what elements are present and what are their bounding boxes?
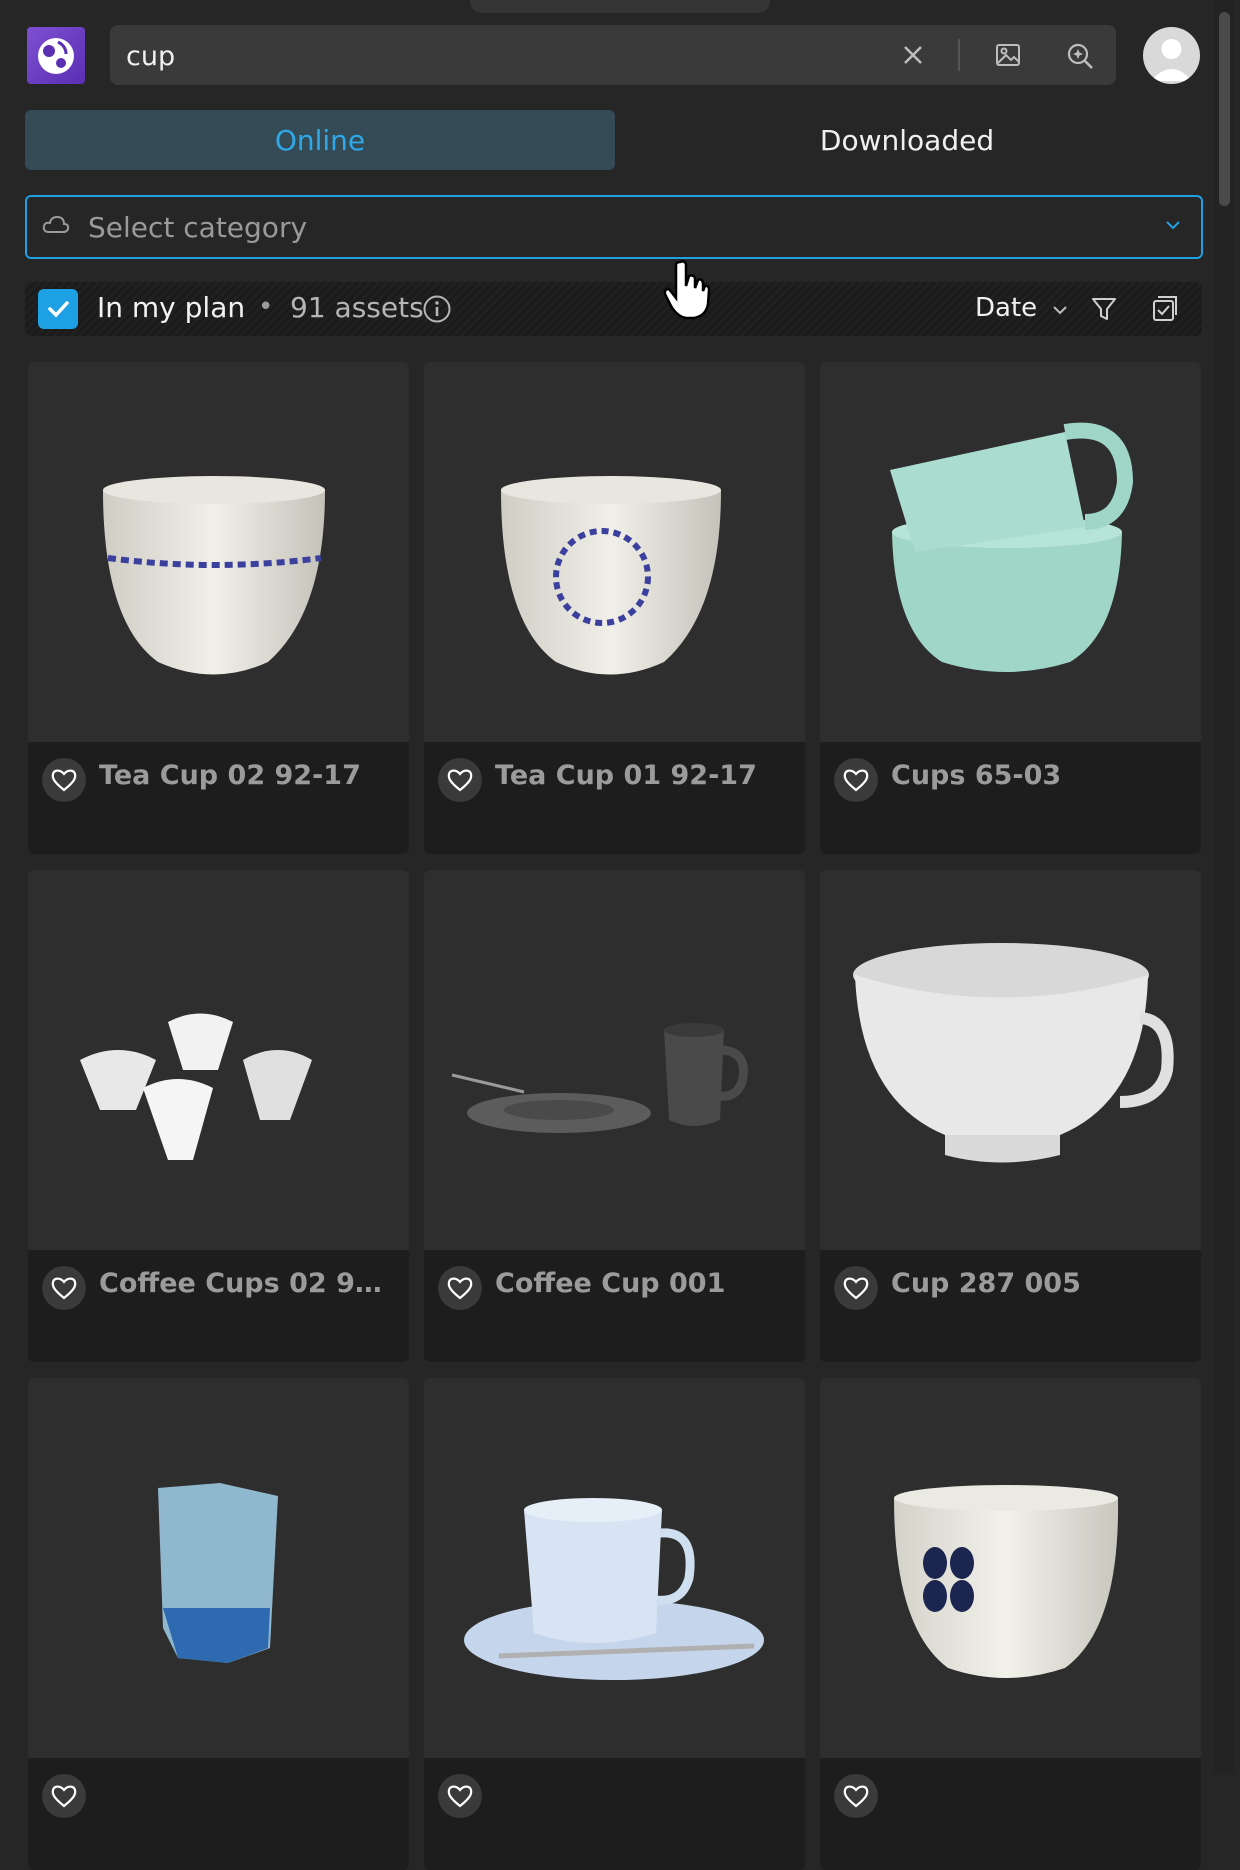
scrollbar-track[interactable] xyxy=(1214,0,1234,1773)
chevron-down-icon xyxy=(1163,215,1183,239)
asset-footer xyxy=(424,1758,805,1870)
asset-card[interactable]: Tea Cup 02 92-17 xyxy=(28,362,409,854)
asset-thumbnail[interactable] xyxy=(424,870,805,1250)
hand-cursor-icon xyxy=(662,258,712,326)
sort-dropdown[interactable]: Date xyxy=(975,293,1037,323)
in-plan-label: In my plan xyxy=(97,291,246,324)
logo-icon xyxy=(38,37,74,74)
user-icon xyxy=(1151,39,1192,81)
search-input[interactable] xyxy=(124,25,888,87)
asset-title: Coffee Cups 02 92-... xyxy=(99,1268,399,1299)
asset-footer: Cups 65-03 xyxy=(820,742,1201,854)
asset-footer: Cup 287 005 xyxy=(820,1250,1201,1362)
asset-title: Cup 287 005 xyxy=(891,1268,1081,1299)
asset-footer: Coffee Cup 001 xyxy=(424,1250,805,1362)
asset-thumbnail[interactable] xyxy=(28,362,409,742)
close-icon[interactable] xyxy=(898,40,928,70)
separator-dot: • xyxy=(258,292,274,322)
asset-thumbnail[interactable] xyxy=(820,870,1201,1250)
tab-online[interactable]: Online xyxy=(25,110,615,170)
asset-card[interactable]: Cup 287 005 xyxy=(820,870,1201,1362)
asset-card[interactable] xyxy=(820,1378,1201,1870)
heart-icon[interactable] xyxy=(834,1266,878,1310)
asset-card[interactable]: Tea Cup 01 92-17 xyxy=(424,362,805,854)
scrollbar-thumb[interactable] xyxy=(1219,12,1230,206)
asset-thumbnail[interactable] xyxy=(424,1378,805,1758)
app-logo xyxy=(27,27,85,84)
filter-icon[interactable] xyxy=(1090,295,1118,327)
heart-icon[interactable] xyxy=(42,1774,86,1818)
asset-footer: Coffee Cups 02 92-... xyxy=(28,1250,409,1362)
asset-card[interactable] xyxy=(28,1378,409,1870)
asset-thumbnail[interactable] xyxy=(820,1378,1201,1758)
search-divider xyxy=(958,39,960,71)
heart-icon[interactable] xyxy=(42,1266,86,1310)
heart-icon[interactable] xyxy=(438,1266,482,1310)
image-icon[interactable] xyxy=(993,40,1023,70)
asset-count: 91 assets xyxy=(290,291,424,324)
asset-footer xyxy=(28,1758,409,1870)
asset-card[interactable] xyxy=(424,1378,805,1870)
category-select[interactable]: Select category xyxy=(25,195,1203,259)
asset-card[interactable]: Coffee Cup 001 xyxy=(424,870,805,1362)
asset-title: Cups 65-03 xyxy=(891,760,1062,791)
user-avatar[interactable] xyxy=(1143,27,1200,84)
chevron-down-icon[interactable] xyxy=(1051,301,1069,323)
heart-icon[interactable] xyxy=(438,1774,482,1818)
asset-card[interactable]: Coffee Cups 02 92-... xyxy=(28,870,409,1362)
asset-footer xyxy=(820,1758,1201,1870)
heart-icon[interactable] xyxy=(834,1774,878,1818)
asset-title: Coffee Cup 001 xyxy=(495,1268,726,1299)
asset-title: Tea Cup 02 92-17 xyxy=(99,760,361,791)
heart-icon[interactable] xyxy=(42,758,86,802)
plan-filter-bar: In my plan • 91 assets Date xyxy=(25,282,1202,336)
asset-grid: Tea Cup 02 92-17 Tea Cup 01 92-17 Cups 6… xyxy=(28,362,1202,1870)
asset-card[interactable]: Cups 65-03 xyxy=(820,362,1201,854)
sparkle-search-icon[interactable] xyxy=(1065,40,1095,70)
cloud-icon xyxy=(41,213,71,241)
asset-footer: Tea Cup 02 92-17 xyxy=(28,742,409,854)
asset-thumbnail[interactable] xyxy=(424,362,805,742)
select-all-icon[interactable] xyxy=(1150,294,1180,328)
tab-downloaded[interactable]: Downloaded xyxy=(612,110,1202,170)
category-placeholder: Select category xyxy=(88,210,308,244)
asset-thumbnail[interactable] xyxy=(28,1378,409,1758)
drag-handle[interactable] xyxy=(470,0,770,13)
asset-thumbnail[interactable] xyxy=(28,870,409,1250)
heart-icon[interactable] xyxy=(438,758,482,802)
search-bar xyxy=(110,25,1116,87)
heart-icon[interactable] xyxy=(834,758,878,802)
asset-footer: Tea Cup 01 92-17 xyxy=(424,742,805,854)
info-icon[interactable] xyxy=(422,294,452,328)
in-plan-checkbox[interactable] xyxy=(38,289,78,329)
check-icon xyxy=(48,301,69,318)
asset-thumbnail[interactable] xyxy=(820,362,1201,742)
asset-title: Tea Cup 01 92-17 xyxy=(495,760,757,791)
